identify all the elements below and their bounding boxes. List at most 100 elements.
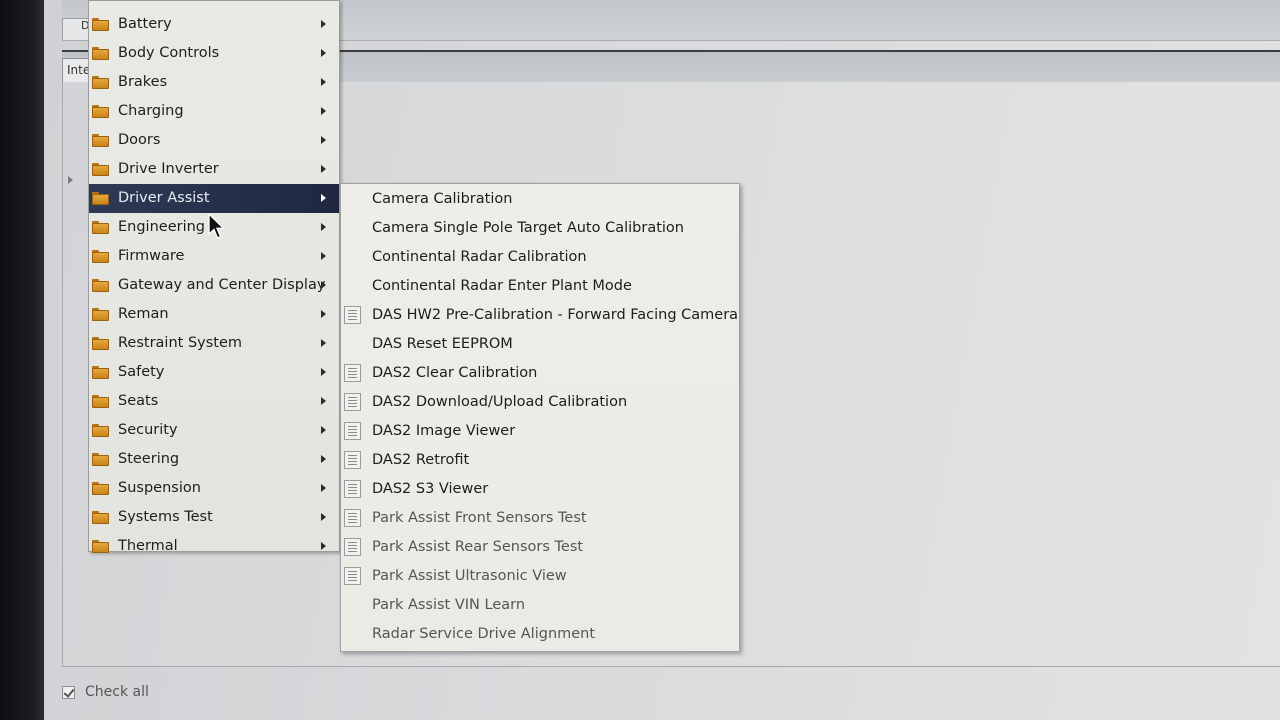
menu-item-thermal[interactable]: Thermal	[89, 532, 339, 561]
menu-item-doors[interactable]: Doors	[89, 126, 339, 155]
submenu-arrow-icon	[321, 165, 326, 173]
submenu-item-das2-download-upload-calibration[interactable]: DAS2 Download/Upload Calibration	[341, 388, 739, 417]
submenu-item-label: Radar Service Drive Alignment	[372, 626, 596, 642]
menu-item-battery[interactable]: Battery	[89, 10, 339, 39]
submenu-arrow-icon	[321, 368, 326, 376]
document-icon	[344, 306, 361, 324]
submenu-item-continental-radar-calibration[interactable]: Continental Radar Calibration	[341, 243, 739, 272]
folder-icon	[92, 18, 109, 31]
submenu-item-das2-image-viewer[interactable]: DAS2 Image Viewer	[341, 417, 739, 446]
folder-icon	[92, 308, 109, 321]
submenu-arrow-icon	[321, 136, 326, 144]
submenu-item-park-assist-ultrasonic-view[interactable]: Park Assist Ultrasonic View	[341, 562, 739, 591]
menu-item-reman[interactable]: Reman	[89, 300, 339, 329]
driver-assist-submenu: Camera Calibration Camera Single Pole Tar…	[340, 183, 740, 652]
menu-item-firmware[interactable]: Firmware	[89, 242, 339, 271]
folder-icon	[92, 424, 109, 437]
menu-item-drive-inverter[interactable]: Drive Inverter	[89, 155, 339, 184]
submenu-item-park-assist-vin-learn[interactable]: Park Assist VIN Learn	[341, 591, 739, 620]
submenu-arrow-icon	[321, 455, 326, 463]
menu-item-safety[interactable]: Safety	[89, 358, 339, 387]
menu-item-label: Steering	[118, 451, 180, 467]
menu-item-label: Brakes	[118, 74, 168, 90]
menu-item-label: Engineering	[118, 219, 205, 235]
folder-icon	[92, 279, 109, 292]
submenu-item-label: Camera Single Pole Target Auto Calibrati…	[372, 220, 684, 236]
document-icon	[344, 393, 361, 411]
submenu-item-label: DAS HW2 Pre-Calibration - Forward Facing…	[372, 307, 739, 323]
check-all-control[interactable]: Check all	[62, 684, 149, 700]
submenu-item-das-hw2-pre-calibration-forward-facing-camera[interactable]: DAS HW2 Pre-Calibration - Forward Facing…	[341, 301, 739, 330]
document-icon	[344, 538, 361, 556]
folder-icon	[92, 163, 109, 176]
menu-item-label: Thermal	[118, 538, 178, 554]
submenu-item-camera-single-pole-target-auto-calibration[interactable]: Camera Single Pole Target Auto Calibrati…	[341, 214, 739, 243]
folder-icon	[92, 76, 109, 89]
menu-item-label: Gateway and Center Display	[118, 277, 326, 293]
submenu-item-label: DAS2 S3 Viewer	[372, 481, 489, 497]
menu-item-body-controls[interactable]: Body Controls	[89, 39, 339, 68]
document-icon	[344, 422, 361, 440]
submenu-item-continental-radar-enter-plant-mode[interactable]: Continental Radar Enter Plant Mode	[341, 272, 739, 301]
document-icon	[344, 509, 361, 527]
submenu-item-das2-retrofit[interactable]: DAS2 Retrofit	[341, 446, 739, 475]
folder-icon	[92, 337, 109, 350]
submenu-item-label: DAS Reset EEPROM	[372, 336, 513, 352]
submenu-item-park-assist-front-sensors-test[interactable]: Park Assist Front Sensors Test	[341, 504, 739, 533]
menu-item-label: Doors	[118, 132, 161, 148]
screen-bezel	[0, 0, 44, 720]
menu-item-systems-test[interactable]: Systems Test	[89, 503, 339, 532]
submenu-arrow-icon	[321, 339, 326, 347]
menu-item-gateway-and-center-display[interactable]: Gateway and Center Display	[89, 271, 339, 300]
submenu-arrow-icon	[321, 542, 326, 550]
submenu-item-das2-s3-viewer[interactable]: DAS2 S3 Viewer	[341, 475, 739, 504]
document-icon	[344, 451, 361, 469]
menu-item-suspension[interactable]: Suspension	[89, 474, 339, 503]
submenu-arrow-icon	[321, 78, 326, 86]
submenu-arrow-icon	[321, 513, 326, 521]
menu-item-label: Firmware	[118, 248, 185, 264]
document-icon	[344, 364, 361, 382]
menu-item-label: Charging	[118, 103, 184, 119]
submenu-arrow-icon	[321, 223, 326, 231]
menu-item-label: Reman	[118, 306, 169, 322]
submenu-item-label: Camera Calibration	[372, 191, 513, 207]
menu-item-brakes[interactable]: Brakes	[89, 68, 339, 97]
submenu-item-label: DAS2 Download/Upload Calibration	[372, 394, 628, 410]
check-all-checkbox[interactable]	[62, 685, 75, 699]
inner-tab-label: Inte	[67, 63, 91, 77]
menu-item-label: Battery	[118, 16, 172, 32]
submenu-arrow-icon	[321, 397, 326, 405]
document-icon	[344, 567, 361, 585]
submenu-arrow-icon	[321, 107, 326, 115]
folder-icon	[92, 250, 109, 263]
folder-icon	[92, 366, 109, 379]
submenu-item-radar-service-drive-alignment[interactable]: Radar Service Drive Alignment	[341, 620, 739, 649]
folder-icon	[92, 482, 109, 495]
folder-icon	[92, 192, 109, 205]
submenu-arrow-icon	[321, 281, 326, 289]
category-menu: Battery Body Controls Brakes Charging Doors D…	[88, 0, 340, 554]
menu-item-label: Driver Assist	[118, 190, 210, 206]
folder-icon	[92, 221, 109, 234]
submenu-item-label: Park Assist Front Sensors Test	[372, 510, 587, 526]
menu-item-restraint-system[interactable]: Restraint System	[89, 329, 339, 358]
submenu-item-das2-clear-calibration[interactable]: DAS2 Clear Calibration	[341, 359, 739, 388]
submenu-item-camera-calibration[interactable]: Camera Calibration	[341, 185, 739, 214]
submenu-item-das-reset-eeprom[interactable]: DAS Reset EEPROM	[341, 330, 739, 359]
submenu-arrow-icon	[321, 194, 326, 202]
document-icon	[344, 480, 361, 498]
submenu-item-label: Park Assist Ultrasonic View	[372, 568, 567, 584]
menu-item-label: Safety	[118, 364, 165, 380]
menu-item-steering[interactable]: Steering	[89, 445, 339, 474]
submenu-arrow-icon	[321, 484, 326, 492]
menu-item-security[interactable]: Security	[89, 416, 339, 445]
submenu-arrow-icon	[321, 310, 326, 318]
submenu-arrow-icon	[321, 426, 326, 434]
tree-expand-arrow-icon[interactable]	[68, 176, 73, 184]
menu-item-driver-assist[interactable]: Driver Assist	[89, 184, 339, 213]
menu-item-charging[interactable]: Charging	[89, 97, 339, 126]
menu-item-seats[interactable]: Seats	[89, 387, 339, 416]
submenu-item-park-assist-rear-sensors-test[interactable]: Park Assist Rear Sensors Test	[341, 533, 739, 562]
submenu-arrow-icon	[321, 252, 326, 260]
